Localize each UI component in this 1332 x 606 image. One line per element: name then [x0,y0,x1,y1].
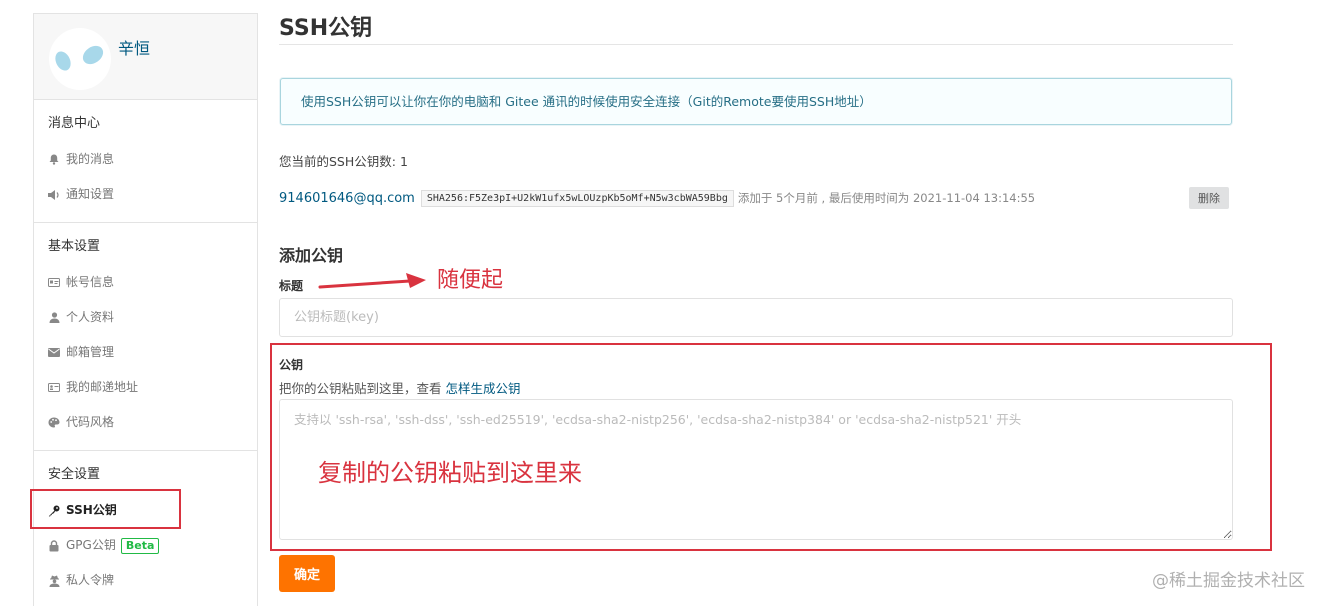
add-key-heading: 添加公钥 [279,246,344,265]
sidebar-item-label: 私人令牌 [66,573,115,587]
sidebar-item-label: 邮箱管理 [66,345,115,359]
address-card-icon [48,382,60,394]
sidebar-item-email-management[interactable]: 邮箱管理 [34,335,257,370]
sidebar-item-account-info[interactable]: 帐号信息 [34,265,257,300]
title-field-label: 标题 [279,279,304,293]
sidebar-item-my-messages[interactable]: 我的消息 [34,142,257,177]
profile-header: 辛恒 [34,14,257,100]
palette-icon [48,417,60,429]
speaker-icon [48,189,60,201]
page-title: SSH公钥 [279,16,373,41]
section-security-settings: 安全设置 SSH公钥 GPG公钥 Beta 私人令牌 [34,451,257,606]
annotation-key-note: 复制的公钥粘贴到这里来 [318,459,582,487]
avatar[interactable] [49,28,111,90]
section-messages: 消息中心 我的消息 通知设置 [34,100,257,223]
key-title-input[interactable] [279,298,1233,337]
beta-badge: Beta [120,537,160,554]
section-title: 安全设置 [48,467,101,482]
title-divider [279,44,1233,45]
sidebar-item-profile[interactable]: 个人资料 [34,300,257,335]
watermark: @稀土掘金技术社区 [1152,571,1305,591]
section-title: 消息中心 [48,116,101,131]
envelope-icon [48,347,60,359]
sidebar-item-gpg-keys[interactable]: GPG公钥 Beta [34,528,257,563]
user-secret-icon [48,575,60,587]
annotation-arrow [318,273,426,289]
delete-key-button[interactable]: 删除 [1189,187,1229,209]
how-to-generate-key-link[interactable]: 怎样生成公钥 [445,381,520,396]
lock-icon [48,539,60,552]
sidebar-item-label: 代码风格 [66,415,115,429]
sidebar-item-notification-settings[interactable]: 通知设置 [34,177,257,212]
sidebar-item-label: GPG公钥 [66,538,116,552]
sidebar-item-label: 帐号信息 [66,275,115,289]
sidebar: 辛恒 消息中心 我的消息 通知设置 基本设置 帐号信息 个人资料 邮箱管理 我的… [33,13,258,606]
key-fingerprint: SHA256:F5Ze3pI+U2kW1ufx5wLOUzpKb5oMf+N5w… [420,189,734,207]
sidebar-item-label: SSH公钥 [66,503,117,517]
annotation-title-note: 随便起 [437,268,504,293]
username[interactable]: 辛恒 [118,35,150,59]
user-icon [48,312,60,324]
section-title: 基本设置 [48,239,101,254]
sidebar-item-personal-tokens[interactable]: 私人令牌 [34,563,257,598]
bell-icon [48,154,60,166]
ssh-key-row: 914601646@qq.com SHA256:F5Ze3pI+U2kW1ufx… [279,187,1231,209]
sidebar-item-label: 我的消息 [66,152,115,166]
section-basic-settings: 基本设置 帐号信息 个人资料 邮箱管理 我的邮递地址 代码风格 [34,223,257,451]
key-hint-text: 把你的公钥粘贴到这里，查看 [279,381,446,396]
sidebar-item-label: 我的邮递地址 [66,380,139,394]
key-icon [48,505,60,517]
sidebar-item-code-style[interactable]: 代码风格 [34,405,257,440]
key-meta: 添加于 5个月前 , 最后使用时间为 2021-11-04 13:14:55 [737,191,1036,205]
sidebar-item-postal-address[interactable]: 我的邮递地址 [34,370,257,405]
key-field-label: 公钥 [279,358,304,372]
key-title[interactable]: 914601646@qq.com [279,191,415,206]
sidebar-item-ssh-keys[interactable]: SSH公钥 [34,493,257,528]
sidebar-item-label: 个人资料 [66,310,115,324]
id-card-icon [48,277,60,289]
submit-button[interactable]: 确定 [279,555,335,592]
sidebar-item-label: 通知设置 [66,187,115,201]
key-hint: 把你的公钥粘贴到这里，查看 怎样生成公钥 [279,378,521,397]
info-message: 使用SSH公钥可以让你在你的电脑和 Gitee 通讯的时候使用安全连接（Git的… [280,78,1232,125]
key-count: 您当前的SSH公钥数: 1 [279,154,408,169]
